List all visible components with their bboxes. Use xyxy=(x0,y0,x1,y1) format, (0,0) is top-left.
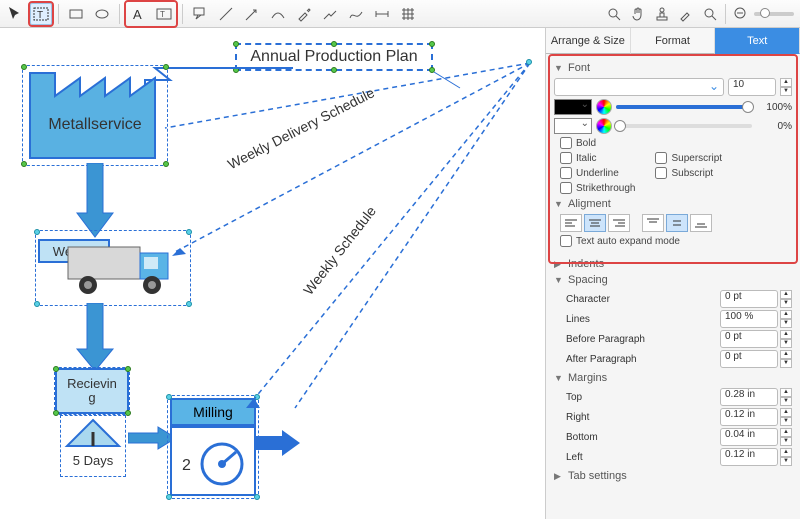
tool-rect[interactable] xyxy=(65,3,87,25)
tab-arrange[interactable]: Arrange & Size xyxy=(546,28,631,54)
tool-freehand[interactable] xyxy=(345,3,367,25)
bg-color-swatch[interactable] xyxy=(554,118,592,134)
margin-right-label: Right xyxy=(566,412,589,423)
tool-search[interactable] xyxy=(699,3,721,25)
tool-text[interactable]: A xyxy=(127,3,149,25)
section-spacing[interactable]: ▼Spacing xyxy=(554,274,792,286)
margin-bottom-input[interactable]: 0.04 in xyxy=(720,428,778,446)
before-stepper[interactable]: ▲▼ xyxy=(780,330,792,348)
align-right[interactable] xyxy=(608,214,630,232)
svg-text:T: T xyxy=(160,10,165,19)
tool-pointer[interactable] xyxy=(4,3,26,25)
lines-input[interactable]: 100 % xyxy=(720,310,778,328)
down-arrow-1[interactable] xyxy=(75,163,115,238)
inspector-tabs: Arrange & Size Format Text xyxy=(546,28,800,54)
font-size-stepper[interactable]: ▲▼ xyxy=(780,78,792,96)
chk-bold[interactable]: Bold xyxy=(560,137,635,149)
zoom-slider[interactable] xyxy=(754,12,794,16)
canvas[interactable]: Annual Production Plan Metallservice Wee… xyxy=(0,28,545,519)
tool-picker[interactable] xyxy=(675,3,697,25)
valign-bottom[interactable] xyxy=(690,214,712,232)
chk-superscript[interactable]: Superscript xyxy=(655,152,722,164)
bg-color-picker[interactable] xyxy=(596,118,612,134)
font-label: Font xyxy=(568,62,590,74)
before-input[interactable]: 0 pt xyxy=(720,330,778,348)
bg-opacity-slider[interactable] xyxy=(616,124,752,128)
svg-text:A: A xyxy=(133,7,142,22)
section-margins[interactable]: ▼Margins xyxy=(554,372,792,384)
tool-connector[interactable] xyxy=(319,3,341,25)
margin-bottom-label: Bottom xyxy=(566,432,598,443)
chk-underline[interactable]: Underline xyxy=(560,167,635,179)
tool-line[interactable] xyxy=(215,3,237,25)
down-arrow-2[interactable] xyxy=(75,303,115,373)
chk-italic[interactable]: Italic xyxy=(560,152,635,164)
chk-strike[interactable]: Strikethrough xyxy=(560,182,635,194)
tool-ellipse[interactable] xyxy=(91,3,113,25)
margin-top-input[interactable]: 0.28 in xyxy=(720,388,778,406)
margin-left-input[interactable]: 0.12 in xyxy=(720,448,778,466)
tool-zoom-marquee[interactable] xyxy=(603,3,625,25)
triangle-days[interactable]: 5 Days xyxy=(63,418,123,474)
tool-dimension[interactable] xyxy=(371,3,393,25)
valign-top[interactable] xyxy=(642,214,664,232)
milling-out-arrow xyxy=(256,428,302,458)
valign-middle[interactable] xyxy=(666,214,688,232)
factory-shape[interactable]: Metallservice xyxy=(25,68,165,163)
font-family-select[interactable] xyxy=(554,78,724,96)
h-align-group xyxy=(560,214,630,232)
lines-label: Lines xyxy=(566,314,590,325)
truck-group[interactable]: Weekly xyxy=(38,233,188,303)
tool-eyedropper[interactable] xyxy=(293,3,315,25)
toolbar: T A T xyxy=(0,0,800,28)
milling-group[interactable]: Milling 2 2 xyxy=(170,398,300,506)
tab-text[interactable]: Text xyxy=(715,28,800,54)
tool-callout[interactable] xyxy=(189,3,211,25)
character-label: Character xyxy=(566,294,610,305)
after-input[interactable]: 0 pt xyxy=(720,350,778,368)
text-color-swatch[interactable] xyxy=(554,99,592,115)
chk-auto-expand[interactable]: Text auto expand mode xyxy=(560,235,680,247)
section-font[interactable]: ▼Font xyxy=(554,62,792,74)
tool-grid[interactable] xyxy=(397,3,419,25)
after-stepper[interactable]: ▲▼ xyxy=(780,350,792,368)
tab-format[interactable]: Format xyxy=(631,28,716,54)
margin-left-label: Left xyxy=(566,452,583,463)
inspector: Arrange & Size Format Text ▼Font 10 ▲▼ 1… xyxy=(545,28,800,519)
character-stepper[interactable]: ▲▼ xyxy=(780,290,792,308)
tool-curve[interactable] xyxy=(267,3,289,25)
after-label: After Paragraph xyxy=(566,354,637,365)
font-size-input[interactable]: 10 xyxy=(728,78,776,96)
align-center[interactable] xyxy=(584,214,606,232)
toolbar-right xyxy=(603,3,794,25)
lines-stepper[interactable]: ▲▼ xyxy=(780,310,792,328)
text-opacity-value: 100% xyxy=(756,102,792,113)
character-input[interactable]: 0 pt xyxy=(720,290,778,308)
tool-stamp[interactable] xyxy=(651,3,673,25)
diag-label-2: Weekly Schedule xyxy=(300,203,379,298)
bg-opacity-value: 0% xyxy=(756,121,792,132)
before-label: Before Paragraph xyxy=(566,334,645,345)
chk-subscript[interactable]: Subscript xyxy=(655,167,722,179)
tool-hand[interactable] xyxy=(627,3,649,25)
tool-arrow[interactable] xyxy=(241,3,263,25)
align-left[interactable] xyxy=(560,214,582,232)
tool-text-box[interactable]: T xyxy=(153,3,175,25)
section-alignment[interactable]: ▼Aligment xyxy=(554,198,792,210)
svg-text:T: T xyxy=(37,10,43,21)
margin-top-label: Top xyxy=(566,392,582,403)
text-color-picker[interactable] xyxy=(596,99,612,115)
receiving-box[interactable]: Recievin g xyxy=(55,368,129,414)
tool-text-frame[interactable]: T xyxy=(30,3,52,25)
font-panel: ▼Font 10 ▲▼ 100% 0% Bold Italic Underlin… xyxy=(546,54,800,254)
zoom-out[interactable] xyxy=(730,3,752,25)
section-tab-settings[interactable]: ▶Tab settings xyxy=(554,470,792,482)
section-indents[interactable]: ▶Indents xyxy=(554,258,792,270)
v-align-group xyxy=(642,214,712,232)
text-opacity-slider[interactable] xyxy=(616,105,752,109)
margin-right-input[interactable]: 0.12 in xyxy=(720,408,778,426)
